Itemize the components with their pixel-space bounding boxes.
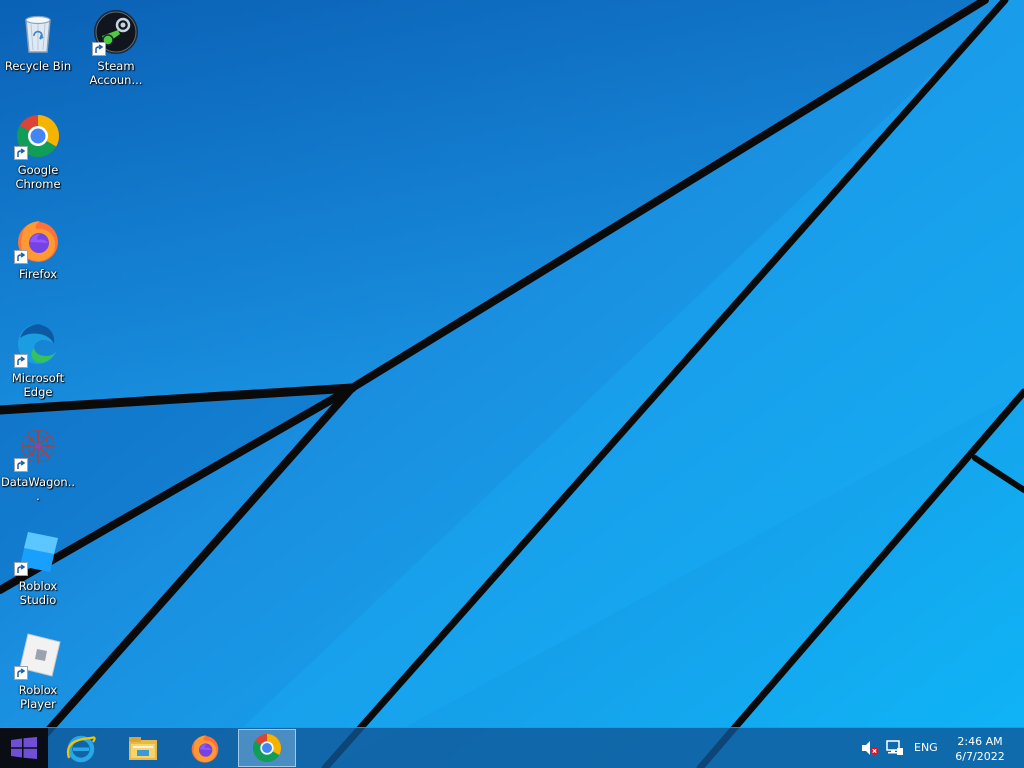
- language-indicator[interactable]: ENG: [914, 741, 938, 754]
- taskbar-file-explorer[interactable]: [114, 729, 172, 767]
- desktop-icon-recycle-bin[interactable]: Recycle Bin: [0, 8, 76, 73]
- taskbar-chrome[interactable]: [238, 729, 296, 767]
- desktop-icon-label: Roblox Player: [18, 683, 58, 711]
- edge-icon: [14, 320, 62, 368]
- shortcut-arrow-icon: [14, 250, 28, 264]
- clock[interactable]: 2:46 AM 6/7/2022: [948, 734, 1012, 764]
- desktop-wallpaper: [0, 0, 1024, 768]
- firefox-icon: [14, 216, 62, 264]
- roblox-player-icon: [14, 632, 62, 680]
- desktop-icon-label: Microsoft Edge: [11, 371, 65, 399]
- shortcut-arrow-icon: [14, 354, 28, 368]
- taskbar-internet-explorer[interactable]: [52, 729, 110, 767]
- chrome-icon: [14, 112, 62, 160]
- windows-logo-icon: [11, 737, 37, 759]
- start-button[interactable]: [0, 728, 48, 768]
- roblox-studio-icon: [14, 528, 62, 576]
- taskbar: ENG 2:46 AM 6/7/2022: [0, 727, 1024, 768]
- desktop-icon-chrome[interactable]: Google Chrome: [0, 112, 76, 191]
- desktop-icon-label: Roblox Studio: [18, 579, 58, 607]
- shortcut-arrow-icon: [14, 146, 28, 160]
- desktop-icon-label: Firefox: [18, 267, 58, 281]
- datawagon-icon: [14, 424, 62, 472]
- internet-explorer-icon: [66, 735, 96, 763]
- shortcut-arrow-icon: [14, 666, 28, 680]
- clock-time: 2:46 AM: [957, 735, 1003, 748]
- desktop-icon-roblox-studio[interactable]: Roblox Studio: [0, 528, 76, 607]
- shortcut-arrow-icon: [92, 42, 106, 56]
- desktop-icon-label: Recycle Bin: [4, 59, 72, 73]
- desktop-icon-label: DataWagon...: [0, 475, 76, 503]
- shortcut-arrow-icon: [14, 458, 28, 472]
- desktop-icon-label: Google Chrome: [15, 163, 61, 191]
- taskbar-firefox[interactable]: [176, 729, 234, 767]
- firefox-icon: [191, 735, 219, 763]
- network-icon[interactable]: [885, 740, 903, 756]
- recycle-bin-icon: [14, 8, 62, 56]
- clock-date: 6/7/2022: [955, 750, 1005, 763]
- steam-icon: [92, 8, 140, 56]
- desktop-icon-roblox-player[interactable]: Roblox Player: [0, 632, 76, 711]
- shortcut-arrow-icon: [14, 562, 28, 576]
- desktop-icon-datawagon[interactable]: DataWagon...: [0, 424, 76, 503]
- chrome-icon: [252, 734, 282, 763]
- desktop-icon-steam[interactable]: Steam Accoun...: [78, 8, 154, 87]
- speaker-muted-icon[interactable]: [861, 740, 879, 756]
- file-explorer-icon: [129, 737, 157, 760]
- desktop-icon-label: Steam Accoun...: [89, 59, 143, 87]
- desktop-icon-firefox[interactable]: Firefox: [0, 216, 76, 281]
- desktop-icon-edge[interactable]: Microsoft Edge: [0, 320, 76, 399]
